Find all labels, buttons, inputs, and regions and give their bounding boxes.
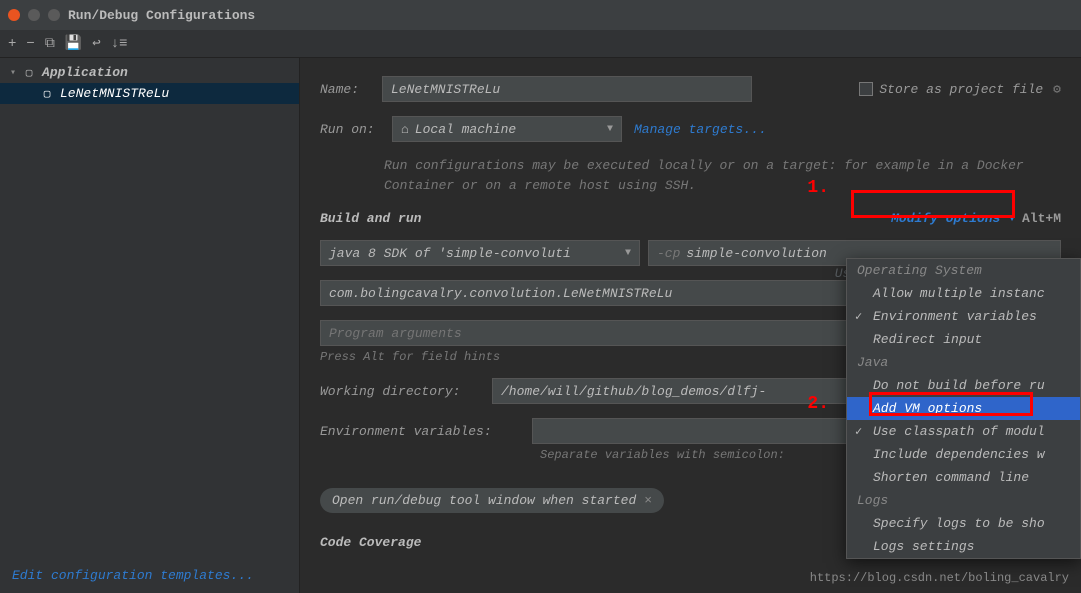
modify-options-popup: Operating System Allow multiple instanc … bbox=[846, 258, 1081, 559]
popup-header-os: Operating System bbox=[847, 259, 1080, 282]
chip-label: Open run/debug tool window when started bbox=[332, 493, 636, 508]
popup-redirect-input[interactable]: Redirect input bbox=[847, 328, 1080, 351]
popup-specify-logs[interactable]: Specify logs to be sho bbox=[847, 512, 1080, 535]
run-config-icon: ▢ bbox=[40, 87, 54, 101]
check-icon: ✓ bbox=[855, 424, 862, 439]
sort-icon[interactable]: ↓≡ bbox=[111, 36, 128, 52]
popup-use-classpath[interactable]: ✓Use classpath of modul bbox=[847, 420, 1080, 443]
save-icon[interactable]: 💾 bbox=[65, 35, 82, 52]
popup-env-vars[interactable]: ✓Environment variables bbox=[847, 305, 1080, 328]
home-icon: ⌂ bbox=[401, 122, 409, 137]
revert-icon[interactable]: ↩ bbox=[92, 35, 100, 52]
main-panel: Name: Store as project file ⚙ Run on: ⌂ … bbox=[300, 58, 1081, 593]
cp-value: simple-convolution bbox=[686, 246, 826, 261]
remove-icon[interactable]: − bbox=[26, 36, 34, 52]
name-input[interactable] bbox=[382, 76, 752, 102]
titlebar: Run/Debug Configurations bbox=[0, 0, 1081, 30]
chevron-down-icon: ▾ bbox=[10, 67, 16, 79]
popup-add-vm-options[interactable]: Add VM options bbox=[847, 397, 1080, 420]
gear-icon[interactable]: ⚙ bbox=[1053, 82, 1061, 97]
application-icon: ▢ bbox=[22, 66, 36, 80]
window-controls bbox=[8, 9, 60, 21]
watermark: https://blog.csdn.net/boling_cavalry bbox=[810, 571, 1069, 585]
run-on-value: Local machine bbox=[415, 122, 516, 137]
build-and-run-section: Build and run Modify options ▾ Alt+M bbox=[320, 211, 1061, 226]
minimize-window-icon[interactable] bbox=[28, 9, 40, 21]
close-icon[interactable]: × bbox=[644, 493, 652, 508]
edit-config-templates-link[interactable]: Edit configuration templates... bbox=[0, 558, 299, 593]
annotation-1-label: 1. bbox=[807, 178, 829, 198]
check-icon: ✓ bbox=[855, 309, 862, 324]
maximize-window-icon[interactable] bbox=[48, 9, 60, 21]
add-icon[interactable]: + bbox=[8, 36, 16, 52]
tree-item-label: LeNetMNISTReLu bbox=[60, 86, 169, 101]
popup-shorten-cmd[interactable]: Shorten command line bbox=[847, 466, 1080, 489]
modify-shortcut: Alt+M bbox=[1022, 211, 1061, 226]
annotation-2-label: 2. bbox=[807, 394, 829, 414]
cp-prefix: -cp bbox=[657, 246, 680, 261]
toolbar: + − ⧉ 💾 ↩ ↓≡ bbox=[0, 30, 1081, 58]
copy-icon[interactable]: ⧉ bbox=[45, 36, 55, 52]
jdk-value: java 8 SDK of 'simple-convoluti bbox=[329, 246, 571, 261]
name-label: Name: bbox=[320, 82, 370, 97]
popup-include-deps[interactable]: Include dependencies w bbox=[847, 443, 1080, 466]
tree-root-label: Application bbox=[42, 65, 128, 80]
modify-options-link[interactable]: Modify options ▾ bbox=[891, 211, 1016, 226]
jdk-dropdown[interactable]: java 8 SDK of 'simple-convoluti ▼ bbox=[320, 240, 640, 266]
popup-header-logs: Logs bbox=[847, 489, 1080, 512]
popup-no-build[interactable]: Do not build before ru bbox=[847, 374, 1080, 397]
build-run-title: Build and run bbox=[320, 211, 421, 226]
chevron-down-icon: ▼ bbox=[625, 248, 631, 259]
store-as-project-file[interactable]: Store as project file ⚙ bbox=[859, 82, 1061, 97]
close-window-icon[interactable] bbox=[8, 9, 20, 21]
sidebar: ▾ ▢ Application ▢ LeNetMNISTReLu Edit co… bbox=[0, 58, 300, 593]
tree-root-application[interactable]: ▾ ▢ Application bbox=[0, 62, 299, 83]
open-tool-window-chip[interactable]: Open run/debug tool window when started … bbox=[320, 488, 664, 513]
run-on-dropdown[interactable]: ⌂ Local machine ▼ bbox=[392, 116, 622, 142]
config-tree: ▾ ▢ Application ▢ LeNetMNISTReLu bbox=[0, 58, 299, 558]
window-title: Run/Debug Configurations bbox=[68, 8, 255, 23]
working-dir-label: Working directory: bbox=[320, 384, 480, 399]
run-on-label: Run on: bbox=[320, 122, 380, 137]
code-coverage-title: Code Coverage bbox=[320, 535, 421, 550]
env-vars-label: Environment variables: bbox=[320, 424, 520, 439]
manage-targets-link[interactable]: Manage targets... bbox=[634, 122, 767, 137]
popup-header-java: Java bbox=[847, 351, 1080, 374]
chevron-down-icon: ▼ bbox=[607, 124, 613, 135]
tree-item-lenet[interactable]: ▢ LeNetMNISTReLu bbox=[0, 83, 299, 104]
run-on-hint: Run configurations may be executed local… bbox=[384, 156, 1061, 195]
popup-logs-settings[interactable]: Logs settings bbox=[847, 535, 1080, 558]
popup-allow-multiple[interactable]: Allow multiple instanc bbox=[847, 282, 1080, 305]
checkbox-icon[interactable] bbox=[859, 82, 873, 96]
store-label: Store as project file bbox=[879, 82, 1043, 97]
